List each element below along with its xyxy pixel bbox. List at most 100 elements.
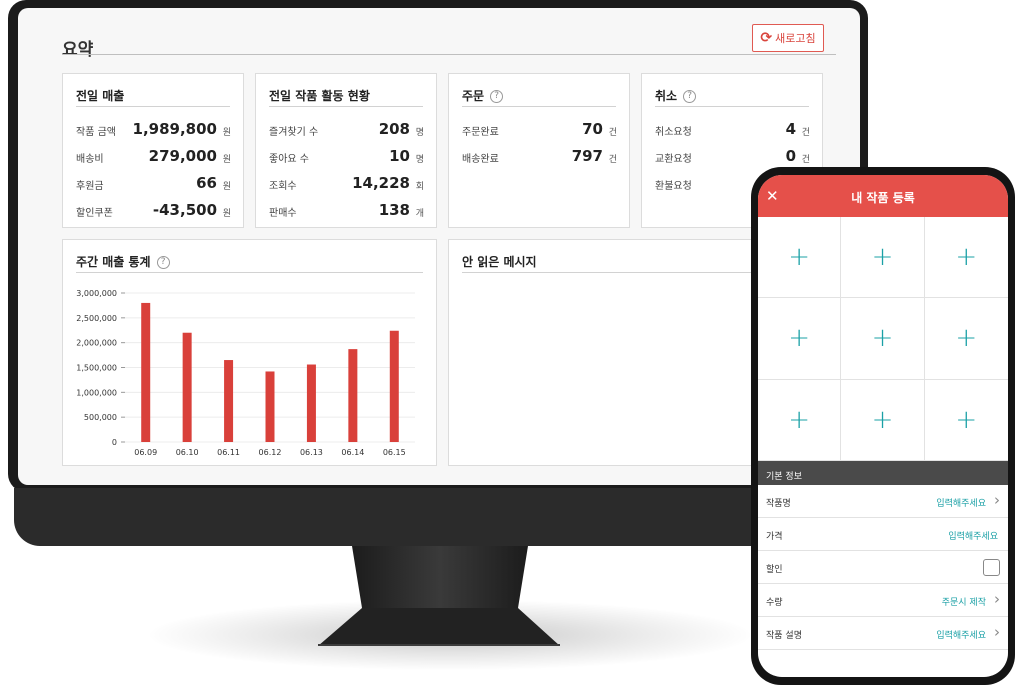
form-placeholder: 입력해주세요 xyxy=(936,631,986,641)
stat-row: 작품 금액 1,989,800 원 xyxy=(76,120,231,140)
y-tick-label: 2,500,000 xyxy=(76,314,117,323)
stat-label: 작품 금액 xyxy=(76,127,116,138)
bar[interactable] xyxy=(141,302,151,442)
photo-slot[interactable]: + xyxy=(758,379,842,461)
divider xyxy=(76,106,230,107)
phone-header: ✕ 내 작품 등록 xyxy=(758,175,1008,217)
card-title-text: 주간 매출 통계 xyxy=(76,255,151,269)
divider xyxy=(462,106,616,107)
phone-screen: ✕ 내 작품 등록 + + + + + + + + + 기본 정보 작품명 입력해주세요 › 가… xyxy=(758,175,1008,677)
form-row-price[interactable]: 가격 입력해주세요 xyxy=(758,518,1008,551)
card-title-text: 취소 xyxy=(655,89,678,103)
stat-unit: 개 xyxy=(415,209,424,219)
stat-value: 279,000 xyxy=(148,147,217,165)
stat-unit: 건 xyxy=(801,155,810,165)
stat-row: 주문완료 70 건 xyxy=(462,120,617,140)
stat-row: 후원금 66 원 xyxy=(76,174,231,194)
stat-label: 배송완료 xyxy=(462,154,499,165)
stat-unit: 원 xyxy=(222,128,231,138)
card-title: 취소? xyxy=(655,87,697,104)
add-photo-icon: + xyxy=(955,323,978,354)
chevron-right-icon: › xyxy=(994,590,1000,608)
add-photo-icon: + xyxy=(871,242,894,273)
stat-value: 10 xyxy=(389,147,410,165)
divider xyxy=(655,106,809,107)
weekly-sales-card: 주간 매출 통계? 0 500,000 1,000,000 1,500,000 2,00… xyxy=(62,239,437,466)
divider xyxy=(62,54,836,55)
stat-row: 배송비 279,000 원 xyxy=(76,147,231,167)
photo-slot[interactable]: + xyxy=(758,298,842,380)
refresh-button[interactable]: ⟳ 새로고침 xyxy=(752,24,824,52)
form-label: 수량 xyxy=(766,598,783,608)
photo-slot[interactable]: + xyxy=(841,379,925,461)
stat-label: 배송비 xyxy=(76,154,104,165)
stat-unit: 건 xyxy=(608,128,617,138)
photo-slot[interactable]: + xyxy=(758,217,842,299)
bar[interactable] xyxy=(224,360,234,442)
phone-title: 내 작품 등록 xyxy=(851,191,915,205)
photo-slot[interactable]: + xyxy=(924,380,1008,461)
x-tick-label: 06.15 xyxy=(383,448,406,457)
stat-unit: 원 xyxy=(222,209,231,219)
form-label: 가격 xyxy=(766,532,783,542)
stat-row: 취소요청 4 건 xyxy=(655,120,810,140)
sales-card: 전일 매출 작품 금액 1,989,800 원 배송비 279,000 원 후원… xyxy=(62,73,244,228)
stat-label: 즐겨찾기 수 xyxy=(269,127,319,138)
discount-checkbox[interactable] xyxy=(983,559,1000,576)
photo-slot[interactable]: + xyxy=(841,298,925,380)
x-tick-label: 06.09 xyxy=(134,448,157,457)
photo-slot[interactable]: + xyxy=(924,217,1008,299)
bar[interactable] xyxy=(306,364,316,442)
stat-unit: 명 xyxy=(415,128,424,138)
photo-slot[interactable]: + xyxy=(841,217,925,299)
stat-value: 4 xyxy=(785,120,796,138)
x-tick-label: 06.11 xyxy=(217,448,240,457)
y-tick-label: 3,000,000 xyxy=(76,289,117,298)
stat-unit: 회 xyxy=(415,182,424,192)
stat-label: 취소요청 xyxy=(655,127,692,138)
help-icon[interactable]: ? xyxy=(490,90,504,103)
card-title-text: 주문 xyxy=(462,89,485,103)
help-icon[interactable]: ? xyxy=(683,90,697,103)
stat-label: 후원금 xyxy=(76,181,104,192)
refresh-button-label: 새로고침 xyxy=(775,32,816,45)
add-photo-icon: + xyxy=(871,323,894,354)
page-title: 요약 xyxy=(62,40,94,60)
help-icon[interactable]: ? xyxy=(156,256,170,269)
stat-value: 138 xyxy=(378,201,410,219)
form-label: 작품명 xyxy=(766,499,791,509)
chevron-right-icon: › xyxy=(994,491,1000,509)
refresh-icon: ⟳ xyxy=(760,30,773,46)
stat-unit: 원 xyxy=(222,155,231,165)
photo-slot[interactable]: + xyxy=(924,298,1008,380)
divider xyxy=(76,272,423,273)
form-label: 작품 설명 xyxy=(766,631,802,641)
form-row-title[interactable]: 작품명 입력해주세요 › xyxy=(758,485,1008,518)
y-tick-label: 2,000,000 xyxy=(76,339,117,348)
stat-unit: 건 xyxy=(608,155,617,165)
stat-label: 판매수 xyxy=(269,208,297,219)
monitor-chin xyxy=(14,488,866,546)
x-tick-label: 06.12 xyxy=(259,448,282,457)
bar[interactable] xyxy=(182,332,192,442)
stat-label: 조회수 xyxy=(269,181,297,192)
bar[interactable] xyxy=(265,371,275,442)
card-title: 안 읽은 메시지 xyxy=(462,255,537,269)
stat-label: 교환요청 xyxy=(655,154,692,165)
stat-value: 66 xyxy=(196,174,217,192)
form-row-quantity[interactable]: 수량 주문시 제작 › xyxy=(758,584,1008,617)
stat-value: 208 xyxy=(378,120,410,138)
add-photo-icon: + xyxy=(788,323,811,354)
weekly-sales-chart: 0 500,000 1,000,000 1,500,000 2,000,000 2,500… xyxy=(76,289,415,457)
bar[interactable] xyxy=(389,330,399,442)
form-row-description[interactable]: 작품 설명 입력해주세요 › xyxy=(758,617,1008,650)
add-photo-icon: + xyxy=(788,242,811,273)
form-placeholder: 입력해주세요 xyxy=(948,532,998,542)
phone-device: ✕ 내 작품 등록 + + + + + + + + + 기본 정보 작품명 입력해주세요 › 가… xyxy=(751,167,1015,685)
y-tick-label: 0 xyxy=(112,438,117,447)
form-value: 주문시 제작 xyxy=(941,598,986,608)
bar[interactable] xyxy=(348,349,358,442)
divider xyxy=(269,106,423,107)
stat-label: 주문완료 xyxy=(462,127,499,138)
y-tick-label: 1,000,000 xyxy=(76,388,117,397)
